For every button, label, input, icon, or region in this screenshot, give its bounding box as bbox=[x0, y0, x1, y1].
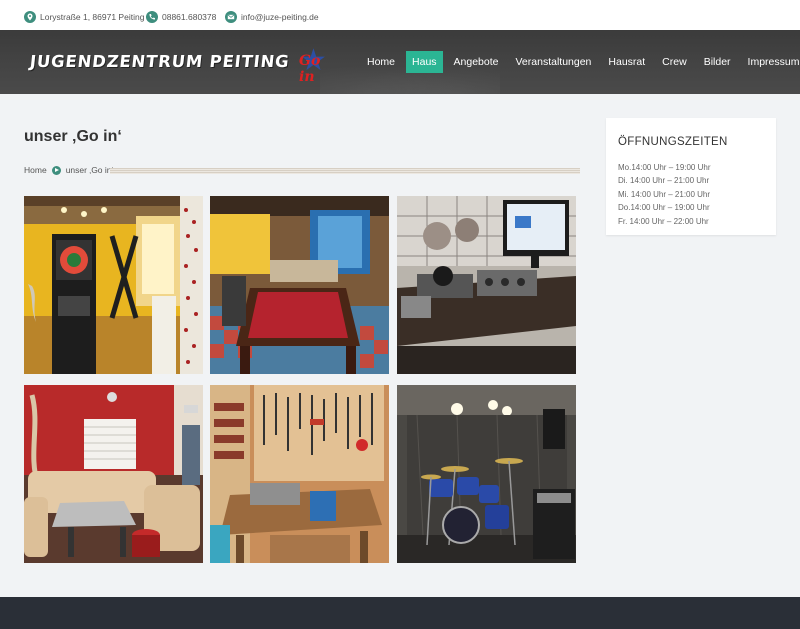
nav-item-bilder[interactable]: Bilder bbox=[698, 51, 737, 73]
hours-wednesday: Mi. 14:00 Uhr – 21:00 Uhr bbox=[618, 189, 711, 199]
gallery-photo-workshop[interactable] bbox=[210, 385, 389, 563]
opening-hours-title: ÖFFNUNGSZEITEN bbox=[618, 136, 728, 148]
hours-monday: Mo.14:00 Uhr – 19:00 Uhr bbox=[618, 163, 711, 172]
hours-thursday: Do.14:00 Uhr – 19:00 Uhr bbox=[618, 203, 710, 213]
breadcrumb: Home unser ‚Go in‘ bbox=[24, 165, 113, 175]
phone-icon bbox=[146, 11, 158, 23]
gallery-photo-pool-table[interactable] bbox=[210, 196, 389, 374]
page-title: unser ‚Go in‘ bbox=[24, 128, 122, 145]
nav-item-angebote[interactable]: Angebote bbox=[448, 51, 505, 73]
contact-email[interactable]: info@juze-peiting.de bbox=[225, 11, 319, 23]
opening-hours-widget: ÖFFNUNGSZEITEN Mo.14:00 Uhr – 19:00 Uhr … bbox=[606, 118, 776, 235]
hours-friday: Fr. 14:00 Uhr – 22:00 Uhr bbox=[618, 216, 709, 226]
contact-address: Lorystraße 1, 86971 Peiting bbox=[24, 11, 144, 23]
site-title[interactable]: JUGENDZENTRUM PEITING bbox=[29, 52, 290, 71]
contact-bar: Lorystraße 1, 86971 Peiting 08861.680378… bbox=[0, 0, 800, 30]
location-pin-icon bbox=[24, 11, 36, 23]
nav-item-crew[interactable]: Crew bbox=[656, 51, 693, 73]
breadcrumb-arrow-icon bbox=[51, 165, 61, 175]
nav-item-veranstaltungen[interactable]: Veranstaltungen bbox=[510, 51, 598, 73]
site-footer bbox=[0, 597, 800, 629]
hours-tuesday: Di. 14:00 Uhr – 21:00 Uhr bbox=[618, 176, 710, 186]
nav-item-impressum[interactable]: Impressum bbox=[742, 51, 800, 73]
goin-logo[interactable]: ★ Go in bbox=[297, 46, 337, 86]
gallery-photo-lounge[interactable] bbox=[24, 385, 203, 563]
contact-address-text: Lorystraße 1, 86971 Peiting bbox=[40, 12, 145, 22]
site-header: JUGENDZENTRUM PEITING ★ Go in Home Haus … bbox=[0, 30, 800, 94]
main-nav: Home Haus Angebote Veranstaltungen Hausr… bbox=[361, 51, 800, 73]
nav-item-home[interactable]: Home bbox=[361, 51, 401, 73]
photo-gallery bbox=[24, 196, 580, 564]
gallery-photo-band-room[interactable] bbox=[397, 385, 576, 563]
nav-item-haus[interactable]: Haus bbox=[406, 51, 443, 73]
breadcrumb-home[interactable]: Home bbox=[24, 165, 47, 175]
nav-item-hausrat[interactable]: Hausrat bbox=[602, 51, 651, 73]
logo-text: Go in bbox=[299, 53, 321, 85]
gallery-photo-darts-room[interactable] bbox=[24, 196, 203, 374]
gallery-photo-dj-desk[interactable] bbox=[397, 196, 576, 374]
contact-email-text[interactable]: info@juze-peiting.de bbox=[241, 12, 319, 22]
breadcrumb-current: unser ‚Go in‘ bbox=[65, 165, 114, 175]
breadcrumb-divider bbox=[110, 168, 580, 174]
opening-hours-list: Mo.14:00 Uhr – 19:00 Uhr Di. 14:00 Uhr –… bbox=[618, 161, 711, 228]
envelope-icon bbox=[225, 11, 237, 23]
contact-phone-text[interactable]: 08861.680378 bbox=[162, 12, 216, 22]
contact-phone[interactable]: 08861.680378 bbox=[146, 11, 216, 23]
